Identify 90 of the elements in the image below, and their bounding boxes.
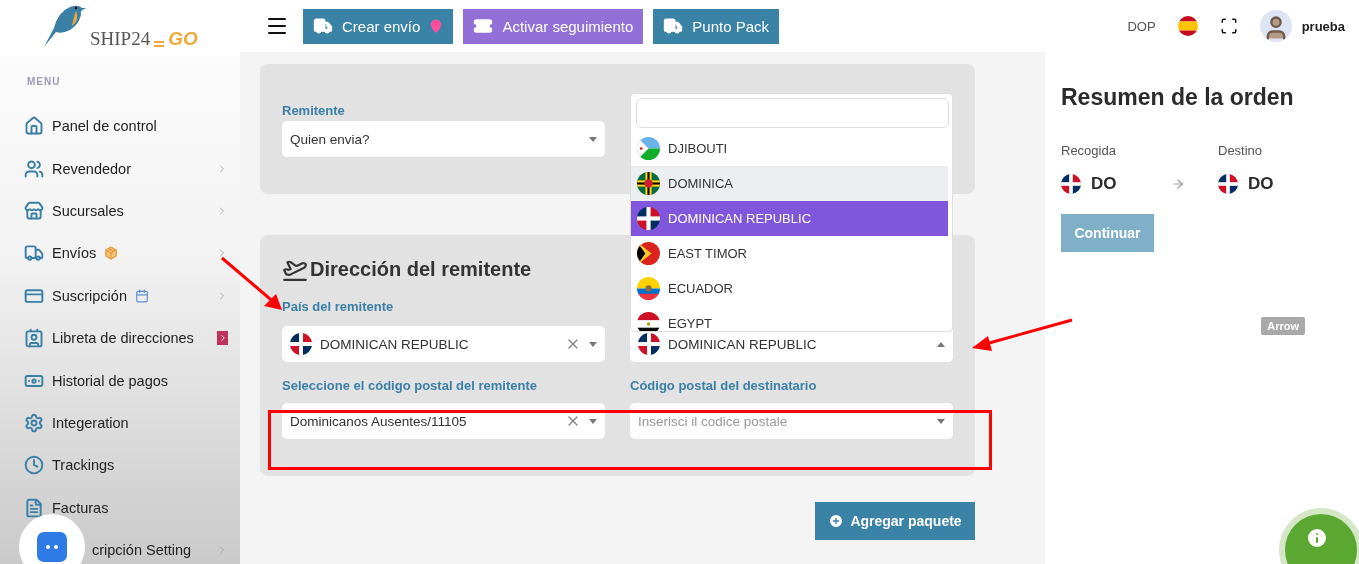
sidebar-item[interactable]: Sucursales [0, 189, 240, 233]
field-label: Código postal del destinatario [630, 377, 818, 395]
sidebar-label: Trackings [52, 457, 115, 474]
package-icon [104, 246, 119, 261]
destination-label: Destino [1218, 143, 1264, 158]
select-placeholder: Inserisci il codice postale [638, 413, 789, 429]
store-icon [24, 200, 44, 221]
sidebar-label: Facturas [52, 499, 109, 516]
calendar-icon [134, 288, 149, 303]
select-field[interactable]: Dominicanos Ausentes/11105 [282, 403, 605, 439]
flag-icon [1061, 174, 1081, 194]
country-option[interactable]: DOMINICA [631, 166, 948, 201]
sidebar-label: Integeration [52, 414, 129, 431]
header-button[interactable]: Activar seguimiento [463, 8, 644, 44]
sidebar-item[interactable]: Panel de control [0, 105, 240, 148]
flag-icon [637, 137, 660, 160]
flag-icon [637, 172, 660, 195]
currency-label[interactable]: DOP [1127, 18, 1156, 34]
field-label: País del remitente [282, 298, 395, 316]
logo-text: SHIP24 [90, 29, 151, 48]
caret-icon [589, 418, 597, 424]
truck-icon [24, 243, 44, 264]
tag-label: Arrow [1261, 317, 1305, 335]
pin-icon [429, 19, 444, 33]
sidebar-label: Revendedor [52, 160, 131, 177]
dropdown-search-field[interactable] [636, 98, 949, 128]
sender-select[interactable]: Quien envia? [282, 121, 605, 157]
ticket-icon [473, 16, 494, 36]
country-option[interactable]: DOMINICAN REPUBLIC [631, 201, 948, 236]
caret-icon [589, 136, 597, 142]
annotation-arrow [220, 256, 284, 312]
field-label: Seleccione el código postal del remitente [282, 377, 539, 395]
menu-heading: MENU [26, 75, 62, 89]
sidebar-label: Sucursales [52, 202, 124, 219]
select-value: Dominicanos Ausentes/11105 [290, 413, 468, 429]
select-value: DOMINICAN REPUBLIC [320, 336, 470, 352]
sidebar-item[interactable]: Facturas [0, 486, 240, 529]
destination-code: DO [1248, 174, 1274, 194]
info-icon [1305, 526, 1329, 550]
file-icon [24, 497, 44, 518]
fullscreen-icon[interactable] [1219, 17, 1238, 35]
add-package-button[interactable]: Agregar paquete [815, 502, 975, 540]
sidebar-label: Historial de pagos [52, 372, 169, 389]
flag-icon [637, 277, 660, 300]
sidebar-item[interactable]: Suscripción [0, 274, 240, 317]
sidebar-label: Libreta de direcciones [52, 330, 194, 347]
sidebar-label: Envíos [52, 245, 97, 262]
sidebar-item[interactable]: Integeration [0, 401, 240, 445]
sidebar-label: Suscripción [52, 287, 127, 304]
sidebar-label: Panel de control [52, 118, 157, 135]
select-value: DOMINICAN REPUBLIC [668, 336, 818, 352]
select-field[interactable]: DOMINICAN REPUBLIC [282, 326, 605, 362]
sidebar-label: cripción Setting [92, 542, 192, 559]
section-title: Dirección del remitente [310, 257, 532, 281]
users-icon [24, 158, 44, 179]
header-button[interactable]: Punto Pack [653, 8, 779, 44]
dots-icon [46, 545, 58, 549]
plus-icon [828, 513, 845, 529]
caret-icon [937, 418, 945, 424]
logo-accent: GO [168, 29, 198, 48]
clock-icon [24, 455, 44, 476]
sidebar-item[interactable]: Envíos [0, 232, 240, 275]
contact-card-icon [24, 328, 44, 349]
flag-icon [1218, 174, 1238, 194]
sidebar-item[interactable]: Historial de pagos [0, 359, 240, 402]
flag-icon [290, 333, 312, 355]
sidebar-item[interactable]: cripción Setting [0, 528, 240, 564]
user-name[interactable]: prueba [1301, 18, 1345, 34]
truck-icon [663, 16, 684, 36]
caret-icon [937, 341, 945, 347]
house-icon [24, 116, 44, 137]
avatar[interactable] [1259, 10, 1292, 42]
pickup-label: Recogida [1061, 143, 1117, 158]
select-placeholder: Quien envia? [290, 131, 371, 147]
flag-icon [1177, 16, 1198, 36]
field-label: Remitente [282, 102, 346, 120]
summary-title: Resumen de la orden [1061, 84, 1295, 111]
header-button[interactable]: Crear envío [303, 8, 454, 44]
truck-icon [313, 16, 333, 36]
flag-icon [637, 207, 660, 230]
sidebar-item[interactable]: Libreta de direcciones [0, 316, 240, 360]
chevron-badge [217, 331, 228, 346]
flag-icon [638, 333, 660, 355]
sidebar-item[interactable]: Trackings [0, 444, 240, 487]
caret-icon [589, 341, 597, 347]
settings-icon [24, 412, 44, 433]
pickup-code: DO [1091, 174, 1117, 194]
flag-icon [637, 242, 660, 265]
sidebar-item[interactable]: Revendedor [0, 147, 240, 190]
speed-lines-icon [154, 40, 165, 48]
